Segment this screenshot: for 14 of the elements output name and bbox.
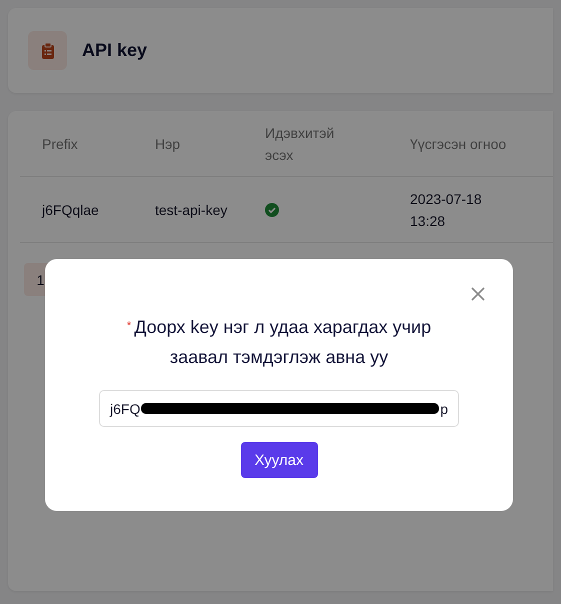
warning-message: $^{*}$ Доорх key нэг л удаа харагдах учир заавал тэмдэглэж авна уу [126,316,432,369]
api-key-field[interactable]: j6FQ p [99,390,459,427]
column-header: Идэвхитэй эсэх [265,124,336,164]
table-cell-text: 2023-07-18 13:28 [410,190,483,230]
required-asterisk: * [126,320,132,332]
page-title: API key [82,40,148,61]
table-cell-text: j6FQqlae [42,200,100,220]
copy-button[interactable]: Хуулах [240,442,318,478]
column-header: Нэр [155,134,182,154]
column-header: Prefix [42,134,79,154]
clipboard-icon [28,31,67,70]
table-cell-text: test-api-key [155,200,228,220]
column-header: Үүсгэсэн огноо [410,134,508,154]
close-icon[interactable] [471,287,485,301]
